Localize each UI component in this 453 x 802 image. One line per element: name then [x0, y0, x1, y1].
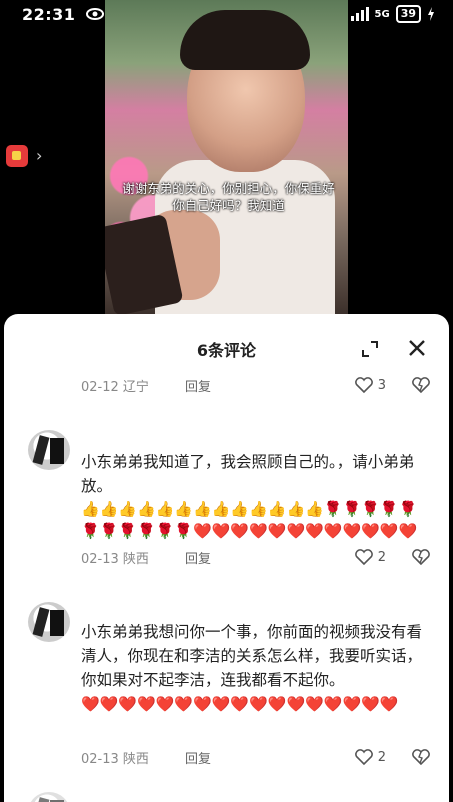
red-packet-icon[interactable]	[6, 145, 28, 167]
video-player[interactable]: 谢谢东弟的关心，你别担心，你保重好你自己好吗？我知道	[105, 0, 348, 315]
comment-date: 02-13 陕西	[81, 552, 149, 567]
comment-date: 02-13 陕西	[81, 752, 149, 767]
close-icon[interactable]	[407, 338, 427, 358]
comment-text: 小东弟弟我想问你一个事，你前面的视频我没有看清人，你现在和李洁的关系怎么样，我要…	[81, 623, 423, 689]
reply-button[interactable]: 回复	[185, 748, 211, 767]
comment-emoji: 👍👍👍👍👍👍👍👍👍👍👍👍👍🌹🌹🌹🌹🌹🌹🌹🌹🌹🌹🌹❤️❤️❤️❤️❤️❤️❤️❤️…	[81, 500, 418, 540]
network-label: 5G	[374, 8, 390, 20]
sheet-header: 6条评论	[4, 314, 449, 382]
heart-icon	[354, 549, 373, 566]
avatar[interactable]	[28, 430, 70, 470]
comment-body: 小东弟弟我想问你一个事，你前面的视频我没有看清人，你现在和李洁的关系怎么样，我要…	[81, 620, 429, 716]
like-count: 2	[377, 749, 386, 765]
like-count: 3	[377, 377, 386, 393]
video-person	[105, 10, 335, 315]
comment-body: 小东弟弟我知道了，我会照顾自己的。，请小弟弟放。 👍👍👍👍👍👍👍👍👍👍👍👍👍🌹🌹…	[81, 450, 429, 543]
like-count: 2	[377, 549, 386, 565]
comments-sheet: 6条评论 02-12 辽宁 回复 3 小东弟弟我知道了，我会照顾自己的。，请小弟…	[4, 314, 449, 802]
comment-meta: 02-12 辽宁 回复 3	[81, 376, 431, 396]
clock: 22:31	[22, 5, 76, 24]
dislike-icon[interactable]	[411, 548, 431, 566]
comment-emoji: ❤️❤️❤️❤️❤️❤️❤️❤️❤️❤️❤️❤️❤️❤️❤️❤️❤️	[81, 695, 399, 713]
avatar[interactable]	[28, 602, 70, 642]
comment-text: 小东弟弟我知道了，我会照顾自己的。，请小弟弟放。	[81, 453, 415, 495]
heart-icon	[354, 377, 373, 394]
comment-date: 02-12 辽宁	[81, 380, 149, 395]
comment-meta: 02-13 陕西 回复 2	[81, 748, 431, 768]
like-button[interactable]: 3	[354, 376, 386, 394]
dislike-icon[interactable]	[411, 748, 431, 766]
reply-button[interactable]: 回复	[185, 548, 211, 567]
avatar[interactable]	[28, 792, 70, 802]
comments-title: 6条评论	[196, 341, 257, 360]
heart-icon	[354, 749, 373, 766]
battery-indicator: 39	[395, 5, 421, 23]
charging-icon	[428, 7, 434, 21]
eye-icon	[86, 8, 104, 20]
expand-icon[interactable]	[361, 340, 379, 358]
chevron-right-icon[interactable]: ›	[36, 146, 42, 165]
signal-icon	[350, 7, 369, 21]
comment-meta: 02-13 陕西 回复 2	[81, 548, 431, 568]
like-button[interactable]: 2	[354, 548, 386, 566]
dislike-icon[interactable]	[411, 376, 431, 394]
reply-button[interactable]: 回复	[185, 376, 211, 395]
like-button[interactable]: 2	[354, 748, 386, 766]
video-subtitle: 谢谢东弟的关心，你别担心，你保重好你自己好吗？我知道	[122, 181, 335, 213]
